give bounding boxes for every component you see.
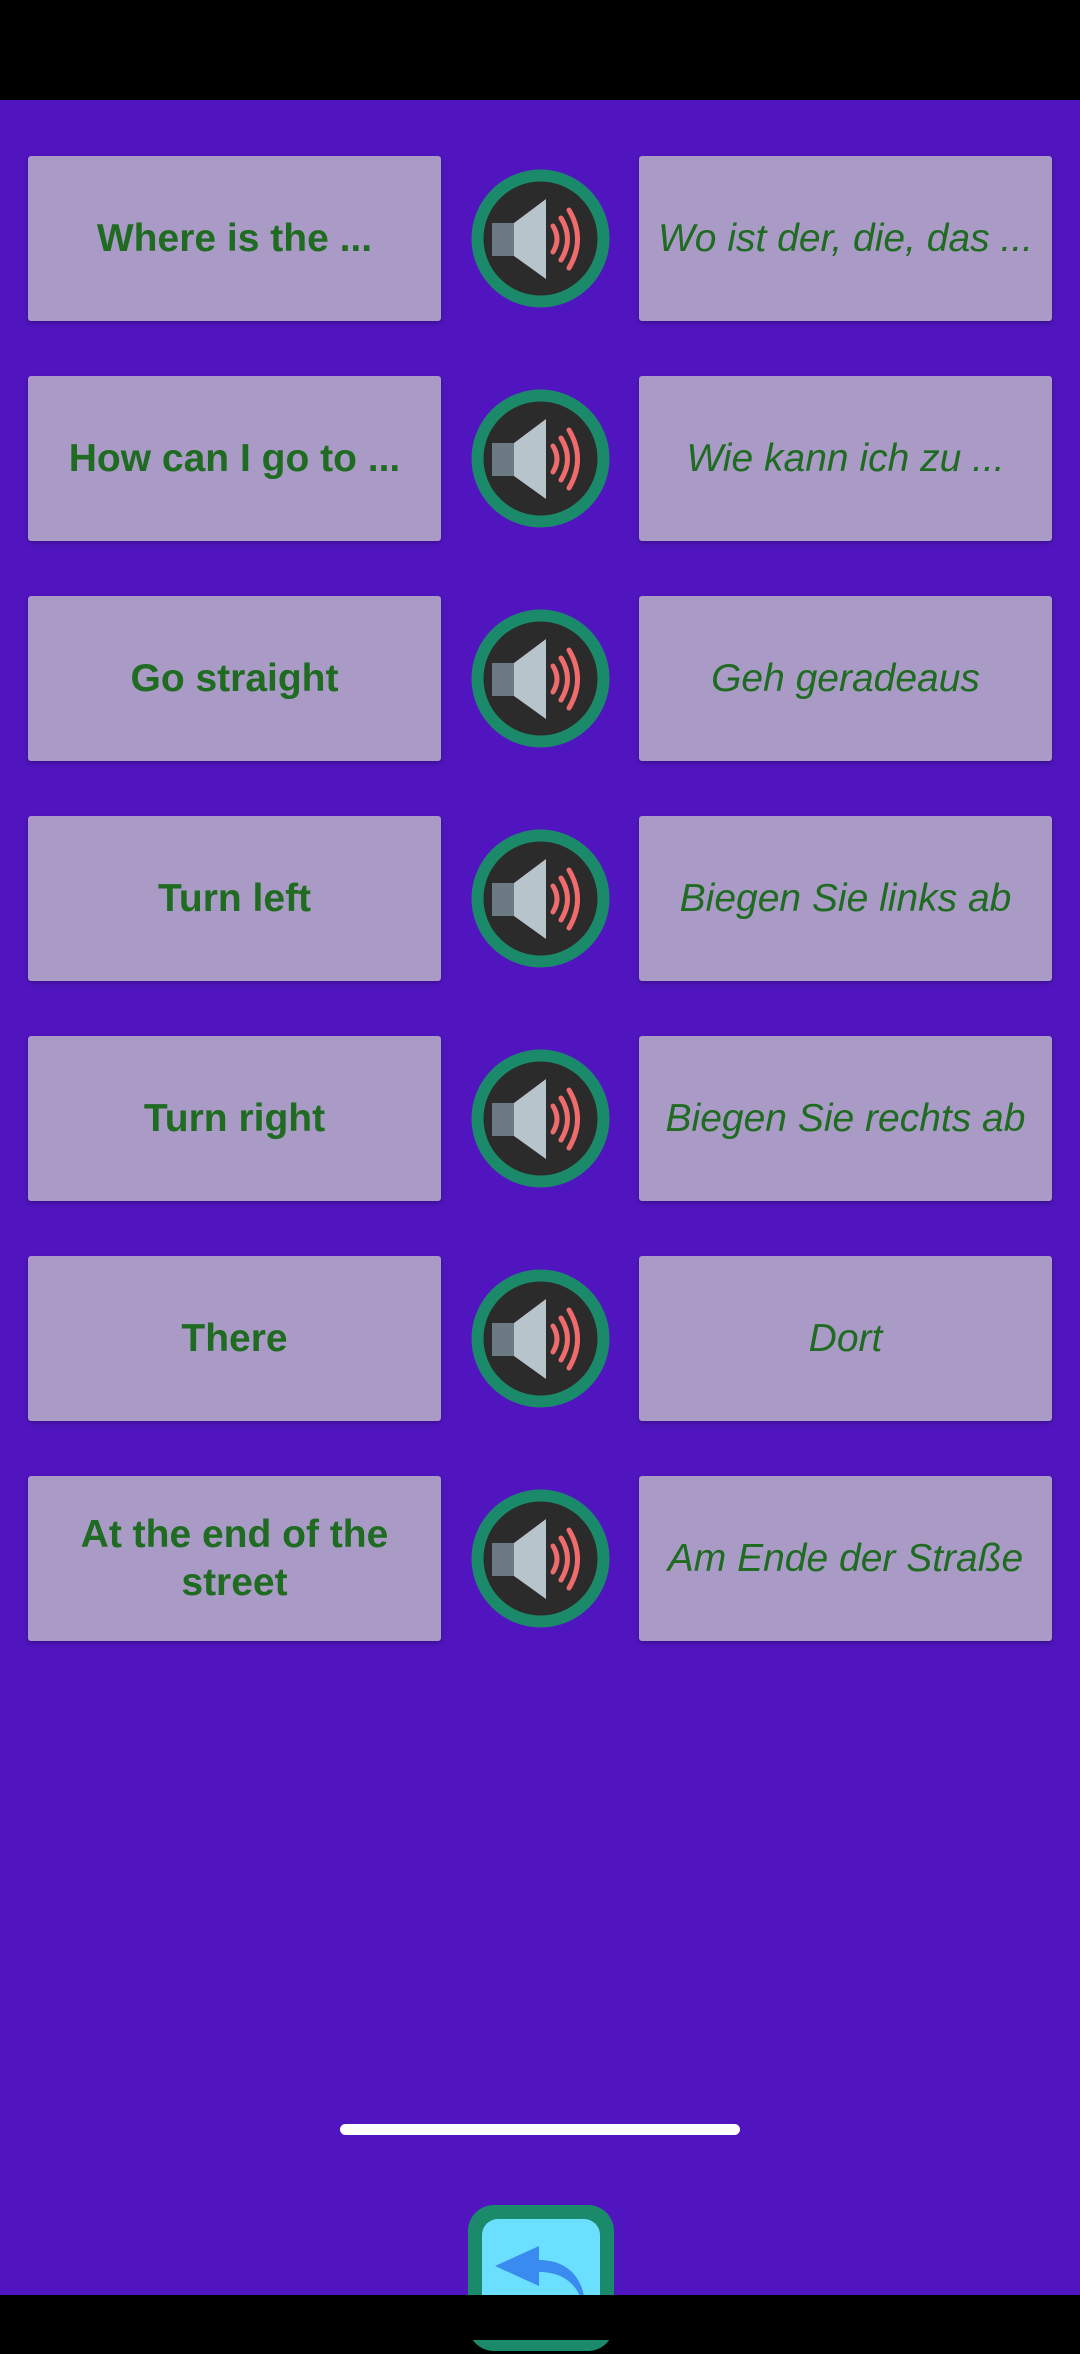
speaker-icon	[471, 829, 610, 968]
phrase-row: Go straight Geh geradeaus	[0, 596, 1080, 761]
play-audio-button[interactable]	[470, 388, 611, 529]
german-phrase-card[interactable]: Wie kann ich zu ...	[639, 376, 1052, 541]
german-phrase-card[interactable]: Biegen Sie links ab	[639, 816, 1052, 981]
play-audio-button[interactable]	[470, 168, 611, 309]
home-indicator[interactable]	[340, 2124, 740, 2135]
navigation-bar	[0, 2295, 1080, 2340]
english-phrase-card[interactable]: How can I go to ...	[28, 376, 441, 541]
status-bar	[0, 0, 1080, 100]
english-phrase-card[interactable]: At the end of the street	[28, 1476, 441, 1641]
english-phrase-card[interactable]: Go straight	[28, 596, 441, 761]
german-phrase-card[interactable]: Geh geradeaus	[639, 596, 1052, 761]
speaker-icon	[471, 1269, 610, 1408]
speaker-icon	[471, 1049, 610, 1188]
phrase-screen: Where is the ... Wo ist der, die, das ..…	[0, 100, 1080, 2351]
german-phrase-card[interactable]: Biegen Sie rechts ab	[639, 1036, 1052, 1201]
english-phrase-card[interactable]: Turn left	[28, 816, 441, 981]
play-audio-button[interactable]	[470, 1488, 611, 1629]
german-phrase-card[interactable]: Am Ende der Straße	[639, 1476, 1052, 1641]
english-phrase-card[interactable]: Turn right	[28, 1036, 441, 1201]
play-audio-button[interactable]	[470, 608, 611, 749]
speaker-icon	[471, 389, 610, 528]
play-audio-button[interactable]	[470, 828, 611, 969]
phrase-row: How can I go to ... Wie kann ich zu ...	[0, 376, 1080, 541]
phrase-row: Where is the ... Wo ist der, die, das ..…	[0, 156, 1080, 321]
phrase-row: Turn left Biegen Sie links ab	[0, 816, 1080, 981]
play-audio-button[interactable]	[470, 1048, 611, 1189]
english-phrase-card[interactable]: There	[28, 1256, 441, 1421]
speaker-icon	[471, 1489, 610, 1628]
german-phrase-card[interactable]: Dort	[639, 1256, 1052, 1421]
play-audio-button[interactable]	[470, 1268, 611, 1409]
phrase-row: Turn right Biegen Sie rechts ab	[0, 1036, 1080, 1201]
phrase-row: There Dort	[0, 1256, 1080, 1421]
english-phrase-card[interactable]: Where is the ...	[28, 156, 441, 321]
speaker-icon	[471, 609, 610, 748]
phrase-row: At the end of the street Am Ende der Str…	[0, 1476, 1080, 1641]
german-phrase-card[interactable]: Wo ist der, die, das ...	[639, 156, 1052, 321]
speaker-icon	[471, 169, 610, 308]
